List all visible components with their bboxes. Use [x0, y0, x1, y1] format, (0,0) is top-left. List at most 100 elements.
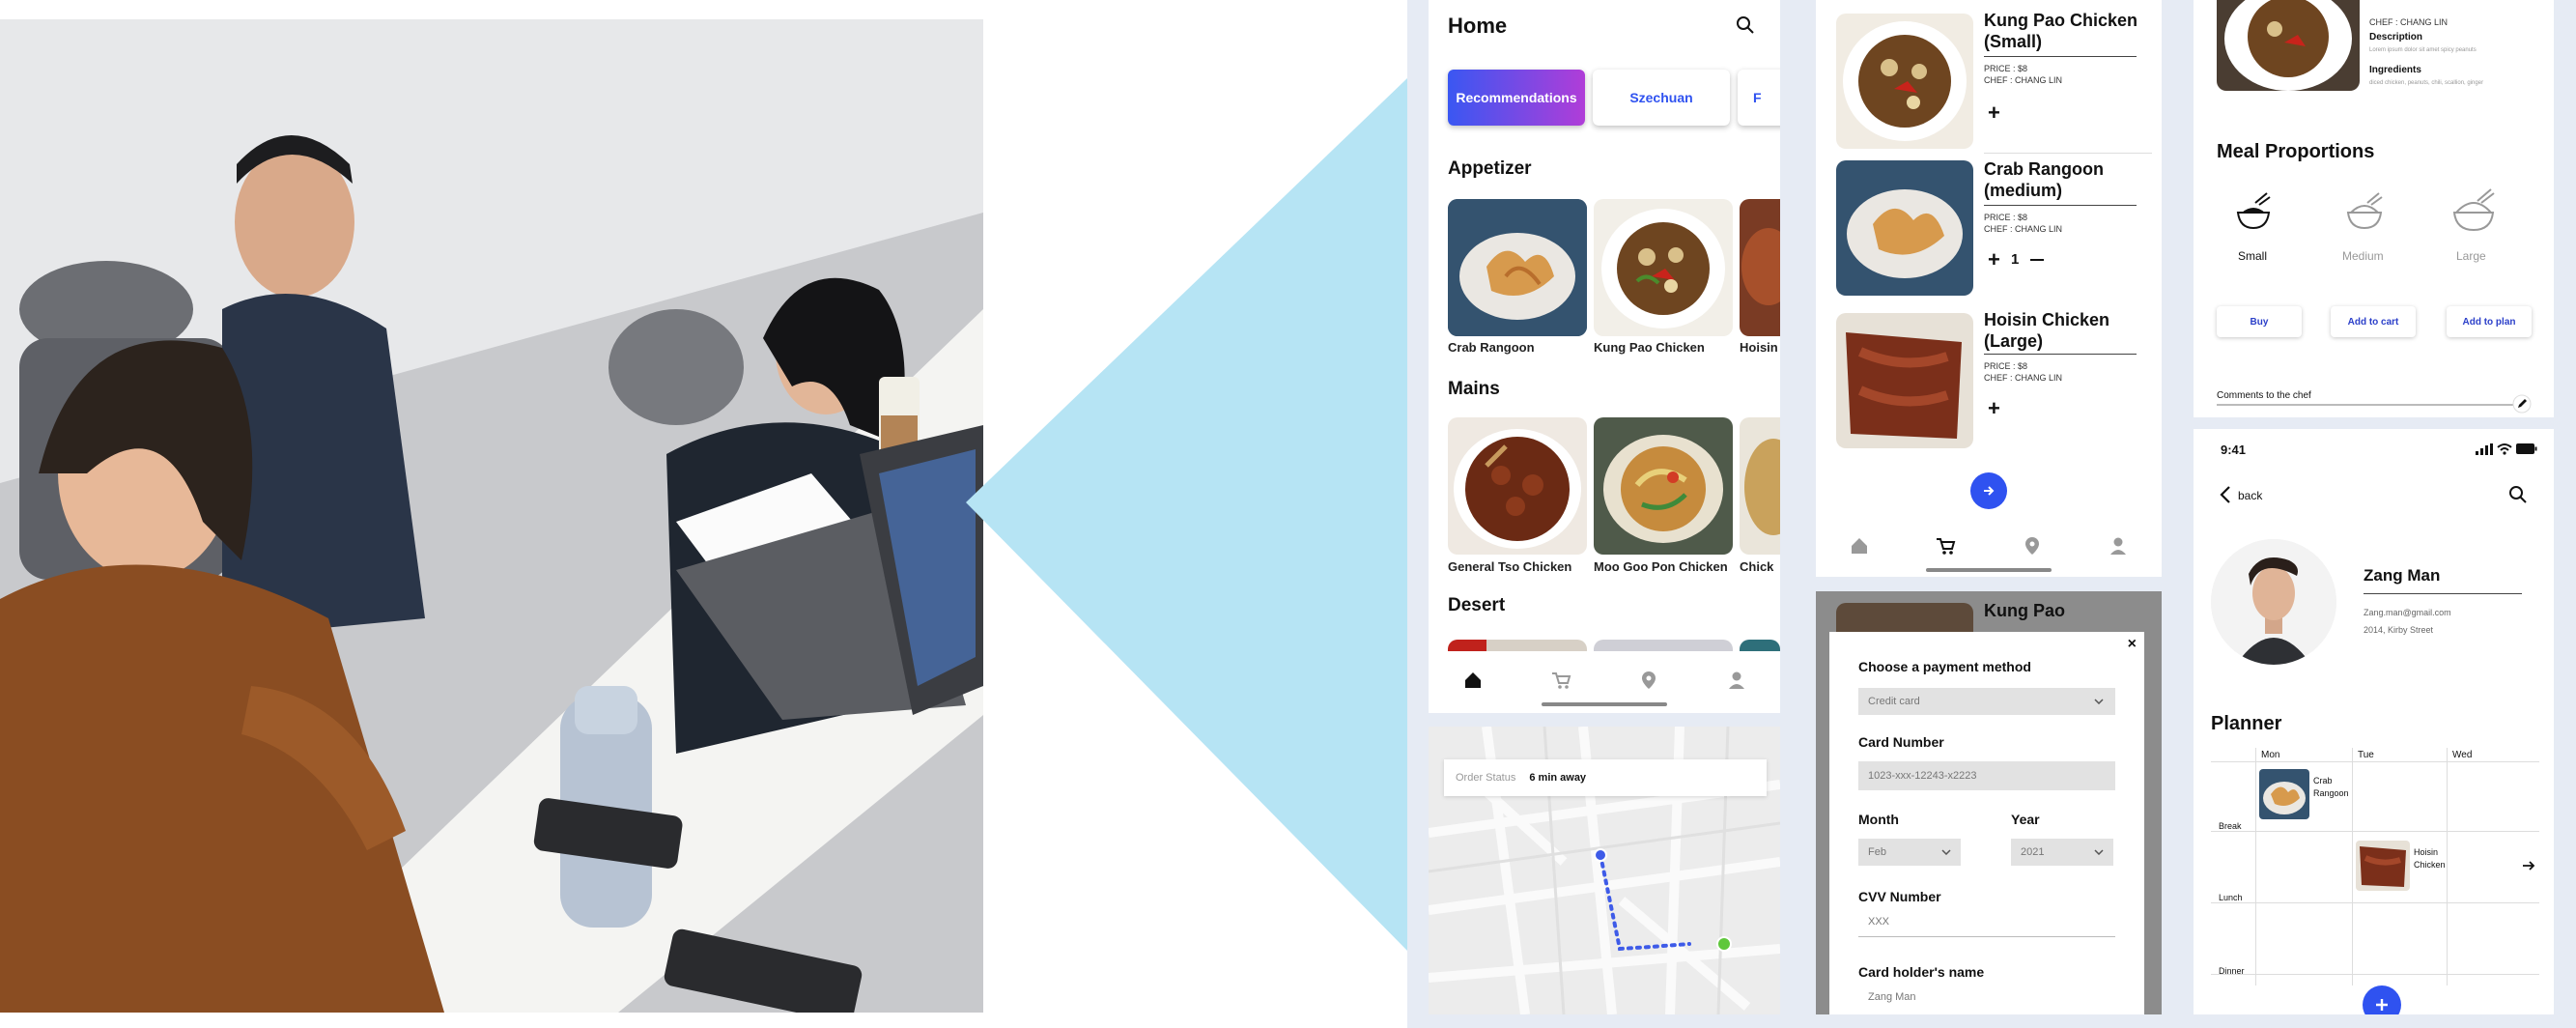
- buy-button[interactable]: Buy: [2217, 306, 2302, 337]
- divider: [1984, 205, 2137, 206]
- medium-bowl-icon[interactable]: [2346, 189, 2383, 240]
- divider: [1984, 56, 2137, 57]
- chevron-down-icon: [2094, 849, 2104, 855]
- home-icon[interactable]: [1462, 670, 1484, 691]
- holder-name-input[interactable]: Zang Man: [1868, 991, 1916, 1003]
- section-mains: Mains: [1448, 379, 1500, 399]
- back-button[interactable]: back: [2238, 489, 2262, 502]
- meal-dinner: Dinner: [2219, 966, 2245, 976]
- dish-moo-goo-image[interactable]: [1594, 417, 1733, 555]
- team-meeting-photo: [0, 19, 983, 1013]
- home-icon[interactable]: [1849, 535, 1870, 557]
- bottom-nav: [1816, 517, 2162, 575]
- ingredients-label: Ingredients: [2369, 65, 2421, 75]
- dish-kung-pao-image[interactable]: [1594, 199, 1733, 336]
- payment-title: Choose a payment method: [1858, 659, 2031, 674]
- arrow-right-icon[interactable]: [2522, 860, 2535, 871]
- day-header-mon: Mon: [2261, 750, 2280, 760]
- size-medium[interactable]: Medium: [2342, 249, 2384, 263]
- restaurant-marker: [1594, 848, 1607, 862]
- avatar: [2211, 539, 2336, 665]
- order-status-label: Order Status: [1456, 772, 1516, 784]
- holder-name-label: Card holder's name: [1858, 964, 1985, 980]
- search-icon[interactable]: [2508, 485, 2528, 504]
- card-number-label: Card Number: [1858, 734, 1944, 750]
- destination-marker: [1716, 936, 1732, 952]
- add-to-plan-button[interactable]: Add to plan: [2447, 306, 2532, 337]
- divider: [1984, 153, 2152, 154]
- comments-label: Comments to the chef: [2217, 390, 2311, 401]
- chevron-down-icon: [1941, 849, 1951, 855]
- home-screen: Home Recommendations Szechuan F Appetize…: [1429, 0, 1780, 713]
- back-icon[interactable]: [2219, 485, 2232, 504]
- profile-name: Zang Man: [2364, 566, 2441, 585]
- increase-quantity-button[interactable]: +: [1988, 100, 2000, 126]
- month-select[interactable]: Feb: [1858, 839, 1961, 866]
- add-to-cart-button[interactable]: Add to cart: [2331, 306, 2416, 337]
- plus-icon: [2376, 999, 2388, 1011]
- tab-recommendations[interactable]: Recommendations: [1448, 70, 1585, 126]
- status-time: 9:41: [2221, 443, 2247, 457]
- divider: [2364, 593, 2522, 594]
- year-select[interactable]: 2021: [2011, 839, 2113, 866]
- edit-icon[interactable]: [2512, 394, 2532, 414]
- profile-icon[interactable]: [2108, 535, 2129, 557]
- background-dish-name: Kung Pao: [1984, 601, 2065, 620]
- dish-hoisin-image[interactable]: [1740, 199, 1780, 336]
- cart-screen: Kung Pao Chicken (Small) PRICE : $8 CHEF…: [1816, 0, 2162, 577]
- cart-icon[interactable]: [1550, 670, 1571, 691]
- planned-hoisin: Hoisin Chicken: [2414, 847, 2446, 870]
- photo-illustration: [0, 19, 983, 1013]
- cart-icon[interactable]: [1935, 535, 1956, 557]
- tab-szechuan[interactable]: Szechuan: [1593, 70, 1730, 126]
- caption-general-tso: General Tso Chicken: [1448, 559, 1572, 574]
- payment-screen: Kung Pao × Choose a payment method Credi…: [1816, 591, 2162, 1014]
- location-icon[interactable]: [1638, 670, 1659, 691]
- planned-crab-rangoon-image[interactable]: [2259, 769, 2309, 819]
- payment-method-select[interactable]: Credit card: [1858, 688, 2115, 715]
- day-header-tue: Tue: [2358, 750, 2374, 760]
- section-appetizer: Appetizer: [1448, 158, 1532, 179]
- large-bowl-icon[interactable]: [2452, 187, 2495, 240]
- close-icon[interactable]: ×: [2128, 636, 2137, 653]
- location-icon[interactable]: [2022, 535, 2043, 557]
- proportions-title: Meal Proportions: [2217, 141, 2375, 162]
- tab-more[interactable]: F: [1738, 70, 1780, 126]
- small-bowl-icon[interactable]: [2236, 189, 2271, 240]
- decrease-quantity-button[interactable]: [2030, 259, 2044, 261]
- dish-chicken-image[interactable]: [1740, 417, 1780, 555]
- grid-line: [2211, 761, 2539, 762]
- dish-crab-rangoon-image[interactable]: [1448, 199, 1587, 336]
- signal-icon: [2476, 443, 2493, 455]
- profile-address: 2014, Kirby Street: [2364, 625, 2434, 635]
- size-large[interactable]: Large: [2456, 249, 2486, 263]
- quantity-value: 1: [2011, 251, 2020, 268]
- planned-hoisin-image[interactable]: [2356, 841, 2410, 891]
- cart-item-3-image: [1836, 313, 1973, 448]
- increase-quantity-button[interactable]: +: [1988, 396, 2000, 421]
- checkout-button[interactable]: [1970, 472, 2007, 509]
- caption-kung-pao: Kung Pao Chicken: [1594, 340, 1705, 355]
- dish-general-tso-image[interactable]: [1448, 417, 1587, 555]
- caption-hoisin: Hoisin: [1740, 340, 1778, 355]
- cvv-input[interactable]: XXX: [1858, 916, 2115, 937]
- profile-email: Zang.man@gmail.com: [2364, 608, 2451, 617]
- order-status-card: Order Status 6 min away: [1444, 759, 1767, 796]
- add-plan-button[interactable]: [2363, 985, 2401, 1014]
- grid-line: [2255, 748, 2256, 985]
- size-small[interactable]: Small: [2238, 249, 2267, 263]
- planned-crab-rangoon: Crab Rangoon: [2313, 776, 2349, 798]
- profile-icon[interactable]: [1726, 670, 1747, 691]
- year-value: 2021: [2021, 846, 2045, 858]
- grid-line: [2211, 902, 2539, 903]
- caption-moo-goo: Moo Goo Pon Chicken: [1594, 559, 1728, 574]
- section-desert: Desert: [1448, 595, 1506, 615]
- search-icon[interactable]: [1736, 15, 1755, 35]
- day-header-wed: Wed: [2452, 750, 2473, 760]
- cvv-label: CVV Number: [1858, 889, 1941, 904]
- card-number-input[interactable]: 1023-xxx-12243-x2223: [1858, 761, 2115, 790]
- grid-line: [2211, 974, 2539, 975]
- increase-quantity-button[interactable]: +: [1988, 247, 2000, 272]
- comments-input[interactable]: [2217, 404, 2526, 406]
- cart-item-3-chef: CHEF : CHANG LIN: [1984, 373, 2063, 383]
